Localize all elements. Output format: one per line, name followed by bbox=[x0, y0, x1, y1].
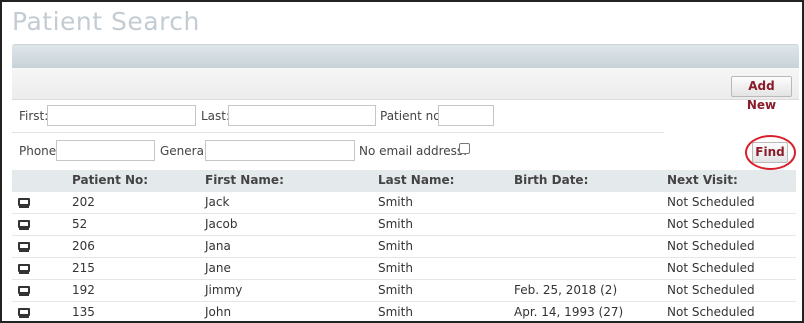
toolbar bbox=[12, 68, 799, 100]
cell-last-name: Smith bbox=[370, 256, 506, 279]
cell-patient-no: 135 bbox=[60, 300, 197, 323]
add-new-button[interactable]: Add New bbox=[731, 76, 792, 112]
first-name-input[interactable] bbox=[47, 105, 196, 126]
panel-header-bar bbox=[12, 44, 799, 68]
no-email-label: No email address: bbox=[359, 144, 468, 158]
no-email-checkbox[interactable] bbox=[459, 143, 470, 154]
app-frame: Patient Search Add New First: Last: Pati… bbox=[0, 0, 804, 323]
phone-label: Phone: bbox=[19, 144, 61, 158]
cell-next-visit: Not Scheduled bbox=[659, 234, 796, 257]
cell-first-name: Jack bbox=[197, 190, 370, 213]
first-label: First: bbox=[19, 109, 49, 123]
cell-patient-no: 192 bbox=[60, 278, 197, 301]
monitor-icon[interactable] bbox=[18, 263, 30, 274]
monitor-icon[interactable] bbox=[18, 307, 30, 318]
table-row[interactable]: 206 Jana Smith Not Scheduled bbox=[12, 234, 796, 257]
table-header-row: Patient No: First Name: Last Name: Birth… bbox=[12, 170, 796, 191]
cell-next-visit: Not Scheduled bbox=[659, 300, 796, 323]
cell-patient-no: 206 bbox=[60, 234, 197, 257]
monitor-icon[interactable] bbox=[18, 241, 30, 252]
table-row[interactable]: 52 Jacob Smith Not Scheduled bbox=[12, 212, 796, 235]
monitor-icon[interactable] bbox=[18, 197, 30, 208]
cell-last-name: Smith bbox=[370, 278, 506, 301]
cell-next-visit: Not Scheduled bbox=[659, 256, 796, 279]
cell-last-name: Smith bbox=[370, 212, 506, 235]
table-row[interactable]: 192 Jimmy Smith Feb. 25, 2018 (2) Not Sc… bbox=[12, 278, 796, 301]
table-row[interactable]: 202 Jack Smith Not Scheduled bbox=[12, 190, 796, 213]
general-label: General: bbox=[160, 144, 212, 158]
header-birth-date: Birth Date: bbox=[506, 170, 659, 191]
phone-input[interactable] bbox=[56, 140, 155, 161]
cell-birth-date bbox=[506, 234, 659, 257]
cell-last-name: Smith bbox=[370, 234, 506, 257]
cell-first-name: Jana bbox=[197, 234, 370, 257]
cell-patient-no: 202 bbox=[60, 190, 197, 213]
monitor-icon[interactable] bbox=[18, 285, 30, 296]
cell-birth-date bbox=[506, 256, 659, 279]
cell-patient-no: 215 bbox=[60, 256, 197, 279]
form-divider bbox=[12, 132, 664, 133]
cell-last-name: Smith bbox=[370, 190, 506, 213]
cell-first-name: John bbox=[197, 300, 370, 323]
page-title: Patient Search bbox=[12, 7, 200, 36]
header-next-visit: Next Visit: bbox=[659, 170, 796, 191]
find-button[interactable]: Find bbox=[752, 142, 788, 163]
cell-next-visit: Not Scheduled bbox=[659, 278, 796, 301]
header-icon-column bbox=[12, 170, 60, 191]
table-row[interactable]: 215 Jane Smith Not Scheduled bbox=[12, 256, 796, 279]
monitor-icon[interactable] bbox=[18, 219, 30, 230]
cell-birth-date bbox=[506, 212, 659, 235]
cell-next-visit: Not Scheduled bbox=[659, 212, 796, 235]
header-last-name: Last Name: bbox=[370, 170, 506, 191]
patient-table: Patient No: First Name: Last Name: Birth… bbox=[12, 170, 796, 323]
table-row[interactable]: 135 John Smith Apr. 14, 1993 (27) Not Sc… bbox=[12, 300, 796, 323]
cell-first-name: Jane bbox=[197, 256, 370, 279]
header-first-name: First Name: bbox=[197, 170, 370, 191]
last-name-input[interactable] bbox=[228, 105, 376, 126]
cell-birth-date: Apr. 14, 1993 (27) bbox=[506, 300, 659, 323]
cell-patient-no: 52 bbox=[60, 212, 197, 235]
patient-no-label: Patient no: bbox=[380, 109, 445, 123]
general-input[interactable] bbox=[205, 140, 355, 161]
cell-birth-date bbox=[506, 190, 659, 213]
last-label: Last: bbox=[201, 109, 231, 123]
cell-first-name: Jacob bbox=[197, 212, 370, 235]
patient-no-input[interactable] bbox=[438, 105, 494, 126]
header-patient-no: Patient No: bbox=[60, 170, 197, 191]
cell-birth-date: Feb. 25, 2018 (2) bbox=[506, 278, 659, 301]
cell-first-name: Jimmy bbox=[197, 278, 370, 301]
cell-last-name: Smith bbox=[370, 300, 506, 323]
cell-next-visit: Not Scheduled bbox=[659, 190, 796, 213]
